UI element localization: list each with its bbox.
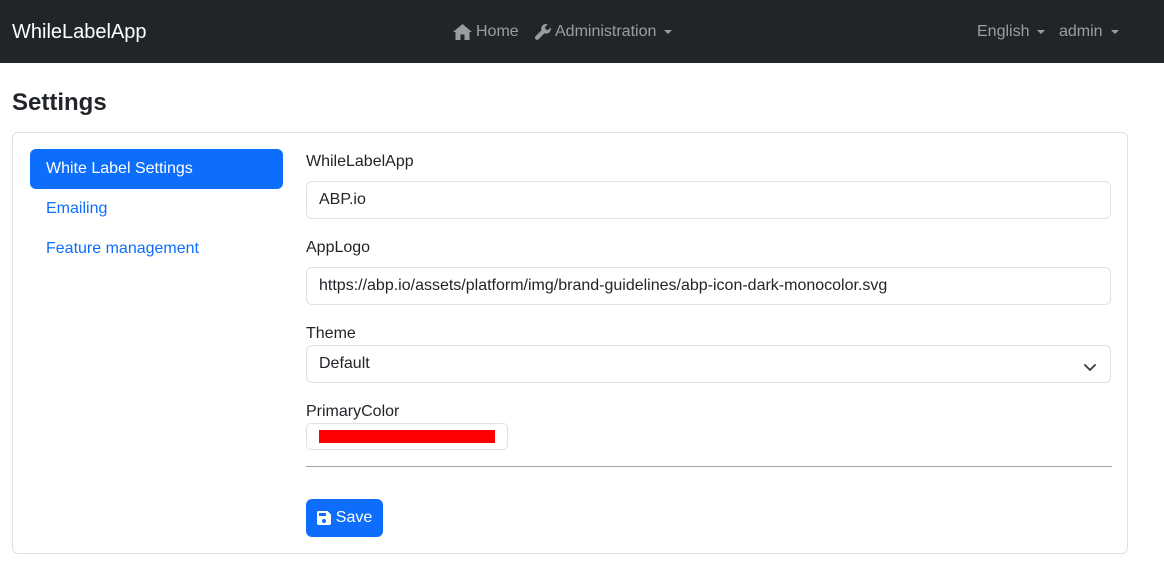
home-icon [453, 24, 472, 40]
language-label: English [977, 23, 1030, 40]
wrench-icon [535, 24, 551, 40]
chevron-down-icon [1110, 30, 1119, 34]
save-icon [316, 511, 336, 525]
sidebar-item-feature-management[interactable]: Feature management [30, 229, 283, 269]
save-button-label: Save [335, 509, 373, 526]
settings-card: White Label Settings Emailing Feature ma… [12, 132, 1128, 554]
theme-label: Theme [306, 325, 356, 342]
chevron-down-icon [1037, 30, 1046, 34]
theme-select-value: Default [319, 355, 370, 372]
brand-logo[interactable]: WhileLabelApp [12, 19, 147, 45]
sidebar-item-emailing[interactable]: Emailing [30, 189, 283, 229]
app-name-input[interactable]: ABP.io [306, 181, 1111, 219]
page-title: Settings [12, 89, 107, 116]
color-swatch [319, 430, 495, 443]
user-menu-dropdown[interactable]: admin [1059, 20, 1119, 44]
save-button[interactable]: Save [306, 499, 383, 537]
nav-home-label: Home [476, 23, 519, 40]
nav-home[interactable]: Home [453, 20, 519, 44]
sidebar-item-white-label-settings[interactable]: White Label Settings [30, 149, 283, 189]
user-name: admin [1059, 23, 1103, 40]
nav-administration-label: Administration [555, 23, 657, 40]
chevron-down-icon [1084, 359, 1096, 377]
app-name-label: WhileLabelApp [306, 153, 414, 170]
app-logo-input[interactable]: https://abp.io/assets/platform/img/brand… [306, 267, 1111, 305]
nav-administration[interactable]: Administration [535, 20, 673, 44]
chevron-down-icon [664, 30, 673, 34]
form-divider [306, 466, 1112, 467]
app-logo-label: AppLogo [306, 239, 371, 256]
language-dropdown[interactable]: English [977, 20, 1046, 44]
theme-select[interactable]: Default [306, 345, 1111, 383]
primary-color-label: PrimaryColor [306, 403, 400, 420]
top-navbar: WhileLabelApp Home Administration Englis… [0, 0, 1164, 63]
primary-color-picker[interactable] [306, 423, 508, 450]
